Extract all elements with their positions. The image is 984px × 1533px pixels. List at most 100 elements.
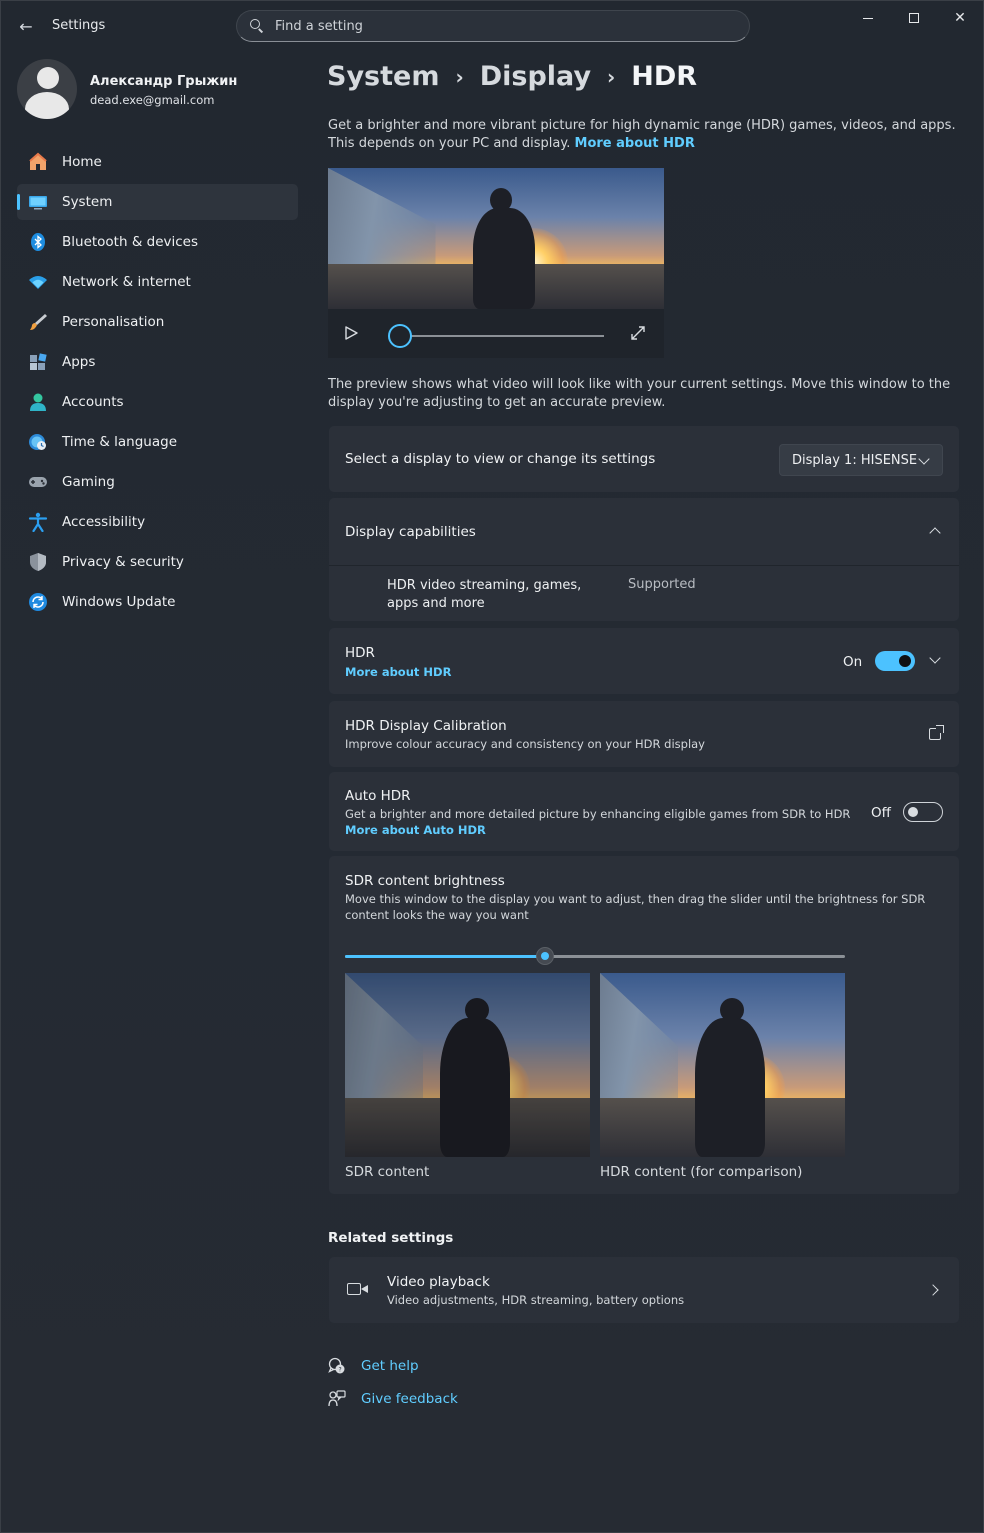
seek-thumb[interactable] (388, 324, 412, 348)
get-help-link[interactable]: ? Get help (328, 1357, 419, 1375)
back-button[interactable]: ← (13, 13, 39, 39)
title-bar: ← Settings ✕ (1, 1, 983, 51)
minimize-button[interactable] (845, 3, 891, 33)
sidebar-item-apps[interactable]: Apps (17, 344, 298, 380)
auto-hdr-state-label: Off (871, 805, 891, 821)
brush-icon (28, 312, 48, 332)
hdr-card: HDR More about HDR On (329, 628, 959, 694)
sidebar-item-label: Network & internet (62, 274, 191, 290)
svg-text:?: ? (339, 1367, 342, 1374)
home-icon (28, 152, 48, 172)
hdr-video-preview (328, 168, 664, 358)
chevron-down-icon[interactable] (929, 652, 941, 664)
open-external-icon (929, 725, 944, 740)
display-capabilities-title: Display capabilities (345, 524, 476, 540)
sidebar-item-label: Time & language (62, 434, 178, 450)
sidebar-item-home[interactable]: Home (17, 144, 298, 180)
give-feedback-link[interactable]: Give feedback (328, 1390, 458, 1408)
related-settings-heading: Related settings (328, 1230, 454, 1246)
sidebar-item-personalisation[interactable]: Personalisation (17, 304, 298, 340)
sidebar-nav: Home System Bluetooth & devices Network … (17, 144, 298, 624)
accounts-icon (28, 392, 48, 412)
get-help-label: Get help (361, 1358, 419, 1374)
chevron-up-icon (929, 527, 941, 539)
sidebar-item-label: Personalisation (62, 314, 165, 330)
wifi-icon (28, 272, 48, 292)
preview-note: The preview shows what video will look l… (328, 377, 951, 410)
sidebar-item-label: Gaming (62, 474, 115, 490)
video-playback-card[interactable]: Video playback Video adjustments, HDR st… (329, 1257, 959, 1323)
breadcrumb-system[interactable]: System (327, 61, 439, 92)
sidebar-item-label: System (62, 194, 113, 210)
close-button[interactable]: ✕ (937, 3, 983, 33)
display-dropdown[interactable]: Display 1: HISENSE (779, 444, 943, 476)
fullscreen-icon[interactable] (630, 325, 646, 341)
sidebar-item-gaming[interactable]: Gaming (17, 464, 298, 500)
gamepad-icon (28, 472, 48, 492)
video-playback-title: Video playback (387, 1274, 490, 1290)
more-about-hdr-link[interactable]: More about HDR (575, 136, 695, 151)
auto-hdr-subtitle: Get a brighter and more detailed picture… (345, 807, 851, 821)
intro-text: Get a brighter and more vibrant picture … (328, 117, 958, 153)
sidebar-item-label: Accounts (62, 394, 124, 410)
sdr-brightness-slider[interactable] (345, 947, 845, 965)
sidebar-item-bluetooth[interactable]: Bluetooth & devices (17, 224, 298, 260)
sidebar-item-label: Privacy & security (62, 554, 184, 570)
breadcrumb-separator-icon: › (607, 64, 616, 89)
seek-bar[interactable] (400, 335, 604, 337)
search-box[interactable] (236, 10, 750, 42)
capability-feature: HDR video streaming, games, apps and mor… (387, 578, 582, 611)
help-chat-icon: ? (328, 1357, 345, 1374)
close-icon: ✕ (954, 10, 966, 26)
breadcrumb-display[interactable]: Display (480, 61, 591, 92)
profile-email: dead.exe@gmail.com (90, 93, 215, 107)
play-icon[interactable] (345, 326, 358, 340)
hdr-toggle[interactable] (875, 651, 915, 671)
preview-video-frame (328, 168, 664, 309)
display-select-card: Select a display to view or change its s… (329, 426, 959, 492)
auto-hdr-more-link[interactable]: More about Auto HDR (345, 823, 486, 837)
sidebar-item-network[interactable]: Network & internet (17, 264, 298, 300)
sidebar-item-label: Accessibility (62, 514, 146, 530)
accessibility-icon (28, 512, 48, 532)
maximize-icon (909, 13, 919, 23)
video-controls (328, 309, 664, 358)
hdr-title: HDR (345, 645, 375, 661)
sidebar-item-windows-update[interactable]: Windows Update (17, 584, 298, 620)
breadcrumb: System › Display › HDR (327, 61, 697, 92)
sdr-content-caption: SDR content (345, 1164, 430, 1180)
settings-window: ← Settings ✕ Александр Грыжин dead.exe@g… (0, 0, 984, 1533)
sidebar-item-label: Bluetooth & devices (62, 234, 199, 250)
sidebar-item-time-language[interactable]: Time & language (17, 424, 298, 460)
user-profile[interactable]: Александр Грыжин dead.exe@gmail.com (17, 59, 297, 121)
hdr-state-label: On (843, 654, 863, 670)
display-capabilities-header[interactable]: Display capabilities (329, 498, 959, 565)
sidebar-item-accessibility[interactable]: Accessibility (17, 504, 298, 540)
display-select-label: Select a display to view or change its s… (345, 451, 656, 467)
back-arrow-icon: ← (19, 16, 33, 36)
slider-thumb[interactable] (536, 947, 554, 965)
system-icon (28, 192, 48, 212)
sdr-brightness-title: SDR content brightness (345, 873, 505, 889)
auto-hdr-card: Auto HDR Get a brighter and more detaile… (329, 772, 959, 851)
hdr-calibration-card[interactable]: HDR Display Calibration Improve colour a… (329, 701, 959, 767)
chevron-down-icon (918, 453, 930, 465)
auto-hdr-toggle[interactable] (903, 802, 943, 822)
sidebar-item-label: Apps (62, 354, 96, 370)
sdr-brightness-card: SDR content brightness Move this window … (329, 856, 959, 1194)
chevron-right-icon (927, 1284, 939, 1296)
sidebar-item-accounts[interactable]: Accounts (17, 384, 298, 420)
maximize-button[interactable] (891, 3, 937, 33)
sidebar-item-privacy[interactable]: Privacy & security (17, 544, 298, 580)
sidebar-item-system[interactable]: System (17, 184, 298, 220)
apps-icon (28, 352, 48, 372)
auto-hdr-title: Auto HDR (345, 788, 411, 804)
minimize-icon (863, 17, 873, 19)
hdr-calibration-title: HDR Display Calibration (345, 718, 507, 734)
hdr-more-link[interactable]: More about HDR (345, 665, 451, 679)
give-feedback-label: Give feedback (361, 1391, 458, 1407)
shield-icon (28, 552, 48, 572)
display-capabilities-card: Display capabilities HDR video streaming… (329, 498, 959, 621)
search-input[interactable] (275, 18, 715, 34)
breadcrumb-separator-icon: › (455, 64, 464, 89)
